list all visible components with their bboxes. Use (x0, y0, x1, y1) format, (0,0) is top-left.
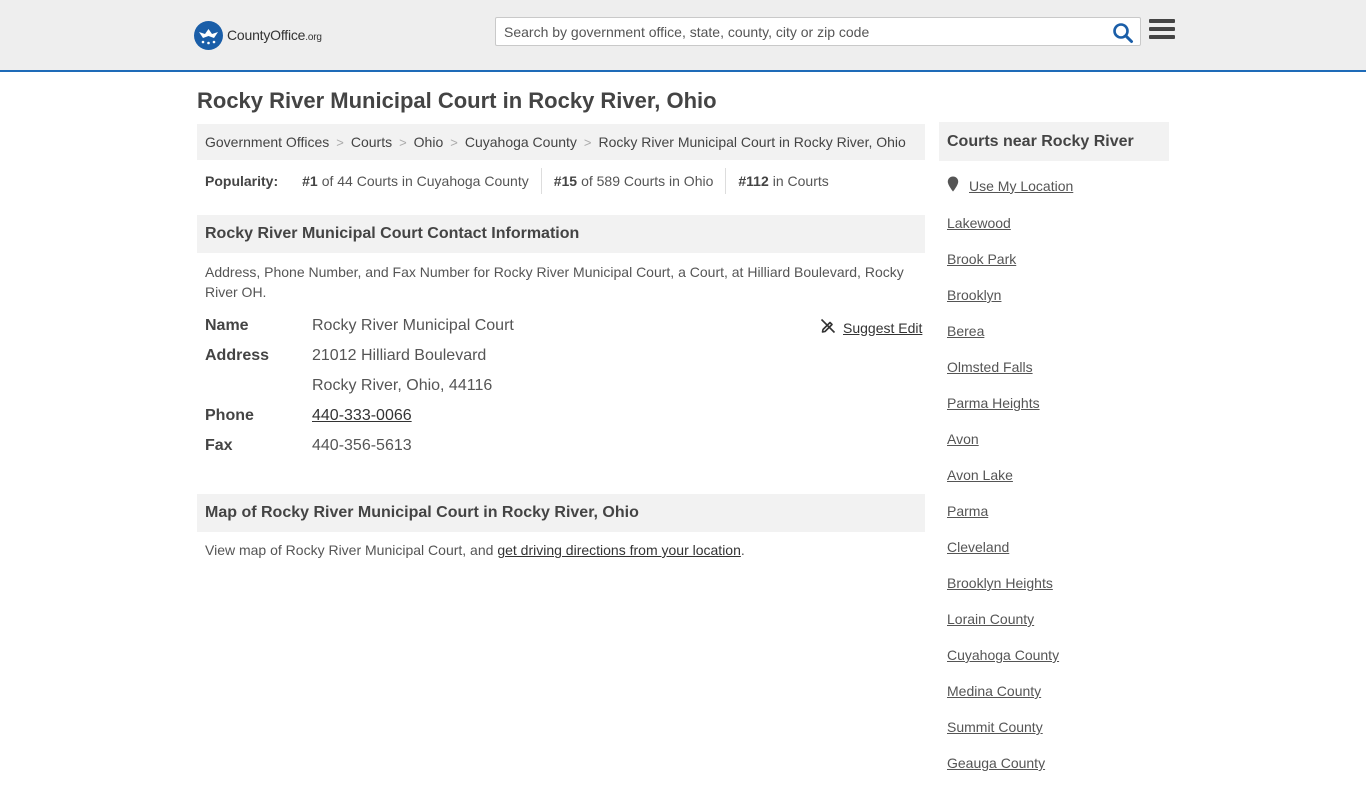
edit-off-icon (820, 318, 836, 337)
list-item: Cuyahoga County (947, 644, 1059, 680)
map-description: View map of Rocky River Municipal Court,… (205, 542, 745, 558)
list-item: Parma Heights (947, 392, 1059, 428)
list-item: Cleveland (947, 536, 1059, 572)
eagle-seal-icon (194, 20, 223, 50)
nearby-link-brooklyn[interactable]: Brooklyn (947, 287, 1001, 303)
nearby-link-summit-county[interactable]: Summit County (947, 719, 1043, 735)
address-label: Address (205, 347, 270, 364)
driving-directions-link[interactable]: get driving directions from your locatio… (497, 542, 741, 558)
suggest-edit-button[interactable]: Suggest Edit (820, 318, 922, 337)
phone-link[interactable]: 440-333-0066 (312, 407, 412, 424)
breadcrumb: Government Offices > Courts > Ohio > Cuy… (197, 124, 925, 160)
nearby-link-brook-park[interactable]: Brook Park (947, 251, 1016, 267)
contact-section-heading: Rocky River Municipal Court Contact Info… (197, 215, 925, 253)
address-line2: Rocky River, Ohio, 44116 (312, 377, 493, 394)
nearby-link-brooklyn-heights[interactable]: Brooklyn Heights (947, 575, 1053, 591)
list-item: Olmsted Falls (947, 356, 1059, 392)
page-title: Rocky River Municipal Court in Rocky Riv… (197, 88, 717, 113)
fax-value: 440-356-5613 (312, 437, 412, 454)
nearby-link-lorain-county[interactable]: Lorain County (947, 611, 1034, 627)
logo-wordmark: CountyOffice.org (227, 27, 322, 43)
chevron-right-icon: > (399, 134, 407, 150)
popularity-rank-county: #1 of 44 Courts in Cuyahoga County (290, 168, 542, 194)
list-item: Geauga County (947, 752, 1059, 788)
phone-label: Phone (205, 407, 254, 424)
use-my-location-link[interactable]: Use My Location (969, 178, 1073, 194)
list-item: Brooklyn (947, 284, 1059, 320)
breadcrumb-courts[interactable]: Courts (351, 134, 392, 150)
nearby-link-geauga-county[interactable]: Geauga County (947, 755, 1045, 771)
breadcrumb-cuyahoga-county[interactable]: Cuyahoga County (465, 134, 577, 150)
list-item: Avon Lake (947, 464, 1059, 500)
search-box (495, 17, 1141, 46)
nearby-link-olmsted-falls[interactable]: Olmsted Falls (947, 359, 1033, 375)
list-item: Brooklyn Heights (947, 572, 1059, 608)
nearby-link-lakewood[interactable]: Lakewood (947, 215, 1011, 231)
list-item: Lakewood (947, 212, 1059, 248)
nearby-link-cuyahoga-county[interactable]: Cuyahoga County (947, 647, 1059, 663)
nearby-link-avon[interactable]: Avon (947, 431, 979, 447)
site-logo[interactable]: CountyOffice.org (194, 20, 322, 50)
location-pin-icon (947, 176, 959, 195)
use-my-location: Use My Location (947, 176, 1073, 195)
name-value: Rocky River Municipal Court (312, 317, 514, 334)
nearby-link-avon-lake[interactable]: Avon Lake (947, 467, 1013, 483)
popularity-bar: Popularity: #1 of 44 Courts in Cuyahoga C… (205, 168, 841, 194)
breadcrumb-ohio[interactable]: Ohio (414, 134, 444, 150)
nearby-courts-list: Lakewood Brook Park Brooklyn Berea Olmst… (947, 212, 1059, 788)
breadcrumb-current: Rocky River Municipal Court in Rocky Riv… (598, 134, 906, 150)
hamburger-menu-icon[interactable] (1149, 19, 1175, 43)
list-item: Medina County (947, 680, 1059, 716)
contact-description: Address, Phone Number, and Fax Number fo… (205, 264, 904, 300)
breadcrumb-government-offices[interactable]: Government Offices (205, 134, 329, 150)
nearby-link-parma-heights[interactable]: Parma Heights (947, 395, 1040, 411)
address-line1: 21012 Hilliard Boulevard (312, 347, 487, 364)
list-item: Brook Park (947, 248, 1059, 284)
chevron-right-icon: > (336, 134, 344, 150)
chevron-right-icon: > (450, 134, 458, 150)
popularity-rank-national: #112 in Courts (738, 173, 829, 189)
search-icon[interactable] (1112, 22, 1134, 44)
nearby-link-cleveland[interactable]: Cleveland (947, 539, 1009, 555)
list-item: Lorain County (947, 608, 1059, 644)
site-header: CountyOffice.org (0, 0, 1366, 72)
nearby-link-medina-county[interactable]: Medina County (947, 683, 1041, 699)
chevron-right-icon: > (583, 134, 592, 150)
nearby-link-parma[interactable]: Parma (947, 503, 988, 519)
search-input[interactable] (496, 18, 1106, 45)
popularity-label: Popularity: (205, 173, 279, 189)
fax-label: Fax (205, 437, 233, 454)
list-item: Summit County (947, 716, 1059, 752)
nearby-link-berea[interactable]: Berea (947, 323, 984, 339)
list-item: Berea (947, 320, 1059, 356)
popularity-rank-state: #15 of 589 Courts in Ohio (542, 168, 727, 194)
list-item: Parma (947, 500, 1059, 536)
list-item: Avon (947, 428, 1059, 464)
sidebar-heading: Courts near Rocky River (939, 122, 1169, 161)
name-label: Name (205, 317, 249, 334)
map-section-heading: Map of Rocky River Municipal Court in Ro… (197, 494, 925, 532)
